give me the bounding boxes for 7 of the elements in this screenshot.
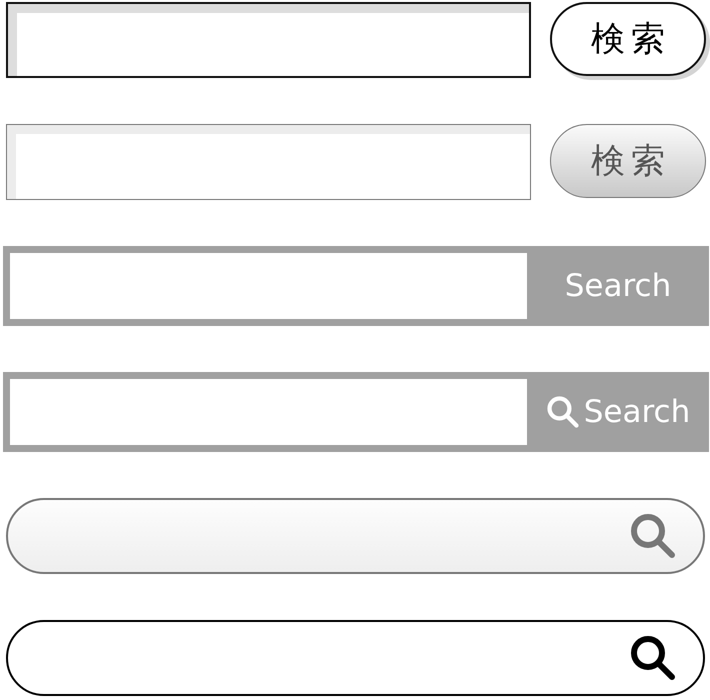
search-field[interactable] — [6, 124, 531, 200]
search-field[interactable] — [10, 253, 527, 319]
search-field[interactable] — [6, 2, 531, 78]
search-button[interactable]: 検索 — [550, 124, 706, 198]
search-field[interactable] — [10, 379, 527, 445]
search-icon — [546, 395, 580, 429]
search-icon[interactable] — [629, 634, 677, 682]
